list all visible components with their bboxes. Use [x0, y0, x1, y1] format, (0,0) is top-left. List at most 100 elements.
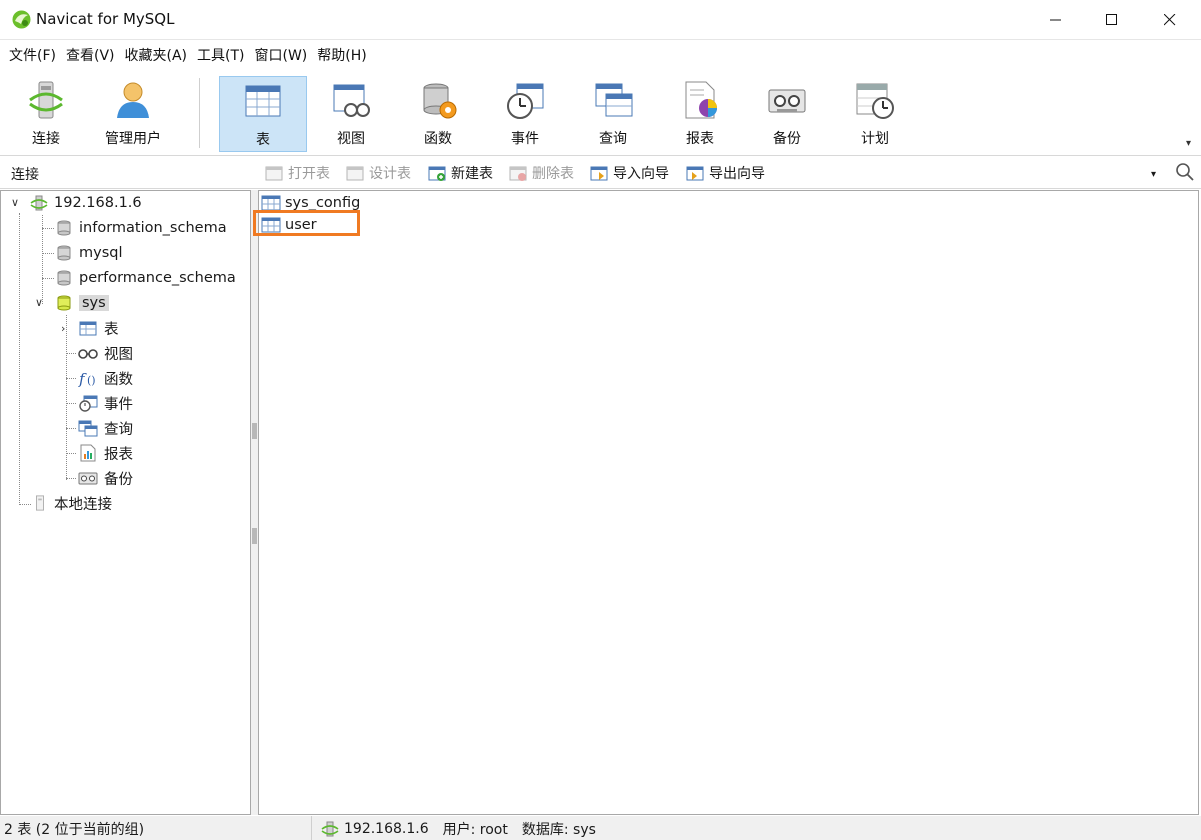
- design-table-button[interactable]: 设计表: [346, 163, 411, 183]
- splitter-grip-icon[interactable]: [252, 423, 257, 439]
- delete-table-button[interactable]: 删除表: [509, 163, 574, 183]
- tree-child-label: 备份: [104, 471, 133, 488]
- connection-tree: ∨ 192.168.1.6 information_schema mysql p…: [0, 190, 251, 815]
- close-button[interactable]: [1141, 0, 1199, 40]
- tree-line: [66, 478, 76, 479]
- tree-collapse-chevron-icon[interactable]: ∨: [35, 296, 43, 309]
- toolbar-function-button[interactable]: 函数: [394, 76, 482, 152]
- query-icon: [595, 83, 633, 117]
- tree-line: [66, 353, 76, 354]
- menu-help[interactable]: 帮助(H): [312, 40, 371, 72]
- tree-sys-tables[interactable]: 表: [78, 317, 119, 339]
- schedule-icon: [856, 83, 894, 119]
- mysql-connection-icon: [321, 821, 339, 837]
- delete-table-label: 删除表: [532, 166, 574, 182]
- toolbar-separator: [199, 78, 200, 148]
- toolbar-query-label: 查询: [599, 131, 627, 147]
- toolbar-connect-label: 连接: [32, 131, 60, 147]
- menu-file[interactable]: 文件(F): [4, 40, 61, 72]
- tree-child-label: 视图: [104, 346, 133, 363]
- tree-line: [42, 278, 54, 279]
- close-icon: [1164, 14, 1176, 26]
- tree-sys-functions[interactable]: f() 函数: [78, 367, 133, 389]
- open-table-button[interactable]: 打开表: [265, 163, 330, 183]
- tree-collapse-chevron-icon[interactable]: ∨: [11, 196, 19, 209]
- tree-connection-label: 192.168.1.6: [54, 195, 142, 211]
- main-toolbar: 连接 管理用户 表 视图 函数 事件 查询 报表 备份 计划 ▾: [0, 72, 1201, 156]
- backup-icon: [768, 89, 806, 113]
- report-icon: [685, 81, 717, 119]
- tree-line: [66, 378, 76, 379]
- toolbar-event-button[interactable]: 事件: [481, 76, 569, 152]
- tree-sys-views[interactable]: 视图: [78, 342, 133, 364]
- toolbar-manage-users-label: 管理用户: [105, 131, 161, 147]
- function-icon: [423, 83, 457, 119]
- import-wizard-button[interactable]: 导入向导: [590, 163, 669, 183]
- export-wizard-icon: [686, 166, 704, 181]
- menu-window[interactable]: 窗口(W): [250, 40, 313, 72]
- object-list-panel: sys_config user: [258, 190, 1199, 815]
- tree-sys-reports[interactable]: 报表: [78, 442, 133, 464]
- tree-db-sys[interactable]: sys: [55, 292, 109, 314]
- toolbar-backup-button[interactable]: 备份: [743, 76, 831, 152]
- function-fx-icon: f(): [78, 370, 96, 387]
- toolbar-view-label: 视图: [337, 131, 365, 147]
- tree-db-mysql[interactable]: mysql: [55, 242, 123, 264]
- tree-db-information-schema[interactable]: information_schema: [55, 217, 227, 239]
- database-open-icon: [57, 295, 71, 311]
- toolbar-overflow-icon[interactable]: ▾: [1186, 138, 1191, 149]
- delete-table-icon: [509, 166, 527, 181]
- search-icon[interactable]: [1175, 162, 1195, 182]
- toolbar-report-label: 报表: [686, 131, 714, 147]
- tree-sys-backups[interactable]: 备份: [78, 467, 133, 489]
- tree-expand-chevron-icon[interactable]: ›: [61, 322, 65, 335]
- tree-sys-queries[interactable]: 查询: [78, 417, 133, 439]
- export-wizard-button[interactable]: 导出向导: [686, 163, 765, 183]
- tree-line: [66, 428, 76, 429]
- minimize-icon: [1050, 19, 1061, 21]
- toolbar-view-button[interactable]: 视图: [307, 76, 395, 152]
- tree-sys-events[interactable]: 事件: [78, 392, 133, 414]
- new-table-button[interactable]: 新建表: [428, 163, 493, 183]
- splitter-grip-icon[interactable]: [252, 528, 257, 544]
- toolbar-table-button[interactable]: 表: [219, 76, 307, 152]
- tree-line: [66, 453, 76, 454]
- menu-tools[interactable]: 工具(T): [192, 40, 249, 72]
- tree-line: [19, 213, 20, 505]
- panel-splitter[interactable]: [251, 190, 258, 815]
- tree-connection-node[interactable]: 192.168.1.6: [30, 192, 142, 214]
- tree-local-connection[interactable]: 本地连接: [32, 492, 112, 514]
- object-toolbar: 连接 打开表 设计表 新建表 删除表 导入向导 导出向导 ▾: [0, 157, 1201, 189]
- status-user: 用户: root: [442, 822, 508, 838]
- tree-child-label: 查询: [104, 421, 133, 438]
- maximize-button[interactable]: [1083, 0, 1141, 40]
- toolbar-report-button[interactable]: 报表: [656, 76, 744, 152]
- toolbar-connect-button[interactable]: 连接: [2, 76, 90, 152]
- tree-db-label: performance_schema: [79, 270, 236, 286]
- object-table-label: sys_config: [285, 195, 361, 211]
- tree-local-connection-label: 本地连接: [54, 496, 112, 513]
- toolbar-table-label: 表: [256, 132, 270, 148]
- view-icon: [333, 84, 370, 117]
- view-options-chevron-icon[interactable]: ▾: [1151, 169, 1156, 180]
- view-glasses-icon: [78, 349, 98, 359]
- menu-view[interactable]: 查看(V): [61, 40, 120, 72]
- tree-db-performance-schema[interactable]: performance_schema: [55, 267, 236, 289]
- tree-child-label: 事件: [104, 396, 133, 413]
- tree-line: [42, 228, 54, 229]
- status-connection-info: 192.168.1.6 用户: root 数据库: sys: [320, 819, 610, 839]
- backup-tape-icon: [78, 472, 98, 485]
- tree-db-label: sys: [79, 295, 109, 311]
- tree-line: [42, 253, 54, 254]
- toolbar-query-button[interactable]: 查询: [569, 76, 657, 152]
- minimize-button[interactable]: [1027, 0, 1085, 40]
- menu-favorites[interactable]: 收藏夹(A): [120, 40, 193, 72]
- toolbar-manage-users-button[interactable]: 管理用户: [89, 76, 177, 152]
- toolbar-schedule-label: 计划: [861, 131, 889, 147]
- status-bar: 2 表 (2 位于当前的组) 192.168.1.6 用户: root 数据库:…: [0, 816, 1201, 840]
- toolbar-schedule-button[interactable]: 计划: [831, 76, 919, 152]
- tree-line: [66, 403, 76, 404]
- tree-db-label: mysql: [79, 245, 123, 261]
- export-wizard-label: 导出向导: [709, 166, 765, 182]
- connection-panel-title: 连接: [11, 167, 39, 183]
